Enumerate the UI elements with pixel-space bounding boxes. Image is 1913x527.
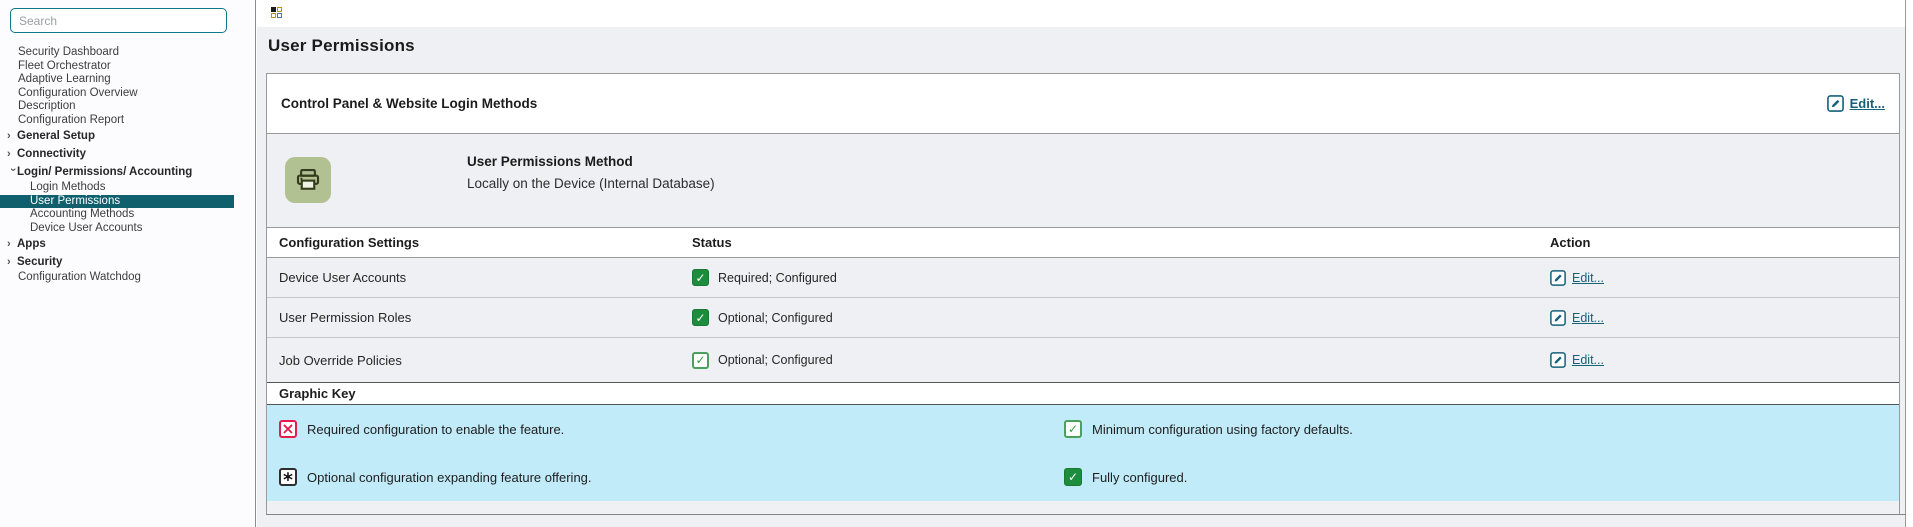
sidebar-item-label: Description [0,100,76,114]
row-edit-button[interactable]: Edit... [1550,352,1604,368]
sidebar-item-device-user-accounts[interactable]: Device User Accounts [0,222,234,236]
sidebar-item-label: Apps [17,235,46,253]
chevron-right-icon: › [7,235,17,253]
table-row: Job Override Policies Optional; Configur… [267,338,1899,382]
sidebar-item-security-dashboard[interactable]: Security Dashboard [0,46,234,60]
edit-pencil-icon [1550,270,1566,286]
sidebar-item-label: User Permissions [0,195,120,209]
sidebar-item-label: Configuration Overview [0,87,138,101]
sidebar-item-label: Adaptive Learning [0,73,111,87]
sidebar-item-label: Security Dashboard [0,46,119,60]
sidebar-item-label: Device User Accounts [0,222,143,236]
sidebar-item-label: Connectivity [17,145,86,163]
sidebar-item-label: Fleet Orchestrator [0,60,111,74]
sidebar-item-general-setup[interactable]: ›General Setup [0,127,234,145]
table-row: Device User Accounts Required; Configure… [267,258,1899,298]
graphic-key-header: Graphic Key [267,382,1899,405]
status-check-icon [692,309,709,326]
sidebar-nav: Security DashboardFleet OrchestratorAdap… [0,46,234,285]
printer-icon [285,157,331,203]
sidebar-item-login-permissions-accounting[interactable]: ›Login/ Permissions/ Accounting [0,163,234,181]
setting-label: Device User Accounts [279,258,406,297]
status-text: Required; Configured [718,271,837,285]
minimum-check-icon [1064,420,1082,438]
sidebar-item-label: Accounting Methods [0,208,134,222]
sidebar-item-label: Configuration Report [0,114,124,128]
key-item: Minimum configuration using factory defa… [1064,405,1899,453]
sidebar-item-label: Login/ Permissions/ Accounting [17,163,192,181]
edit-label: Edit... [1572,311,1604,325]
panel-header: Control Panel & Website Login Methods Ed… [267,74,1899,134]
login-methods-panel: Control Panel & Website Login Methods Ed… [266,73,1900,515]
top-strip [257,0,1905,27]
key-item: Optional configuration expanding feature… [279,453,1064,501]
sidebar-item-configuration-watchdog[interactable]: Configuration Watchdog [0,271,234,285]
status-text: Optional; Configured [718,311,833,325]
optional-asterisk-icon [279,468,297,486]
sidebar-item-adaptive-learning[interactable]: Adaptive Learning [0,73,234,87]
configured-check-icon [1064,468,1082,486]
table-header: Configuration Settings Status Action [267,227,1899,258]
sidebar-item-label: Security [17,253,62,271]
key-label: Required configuration to enable the fea… [307,422,564,437]
row-edit-button[interactable]: Edit... [1550,270,1604,286]
graphic-key: Required configuration to enable the fea… [267,405,1899,501]
status-text: Optional; Configured [718,353,833,367]
edit-pencil-icon [1550,352,1566,368]
column-status: Status [692,228,732,257]
key-item: Required configuration to enable the fea… [279,405,1064,453]
key-label: Minimum configuration using factory defa… [1092,422,1353,437]
sidebar-item-label: General Setup [17,127,95,145]
method-section: User Permissions Method Locally on the D… [267,134,1899,227]
chevron-right-icon: › [7,127,17,145]
sidebar-item-fleet-orchestrator[interactable]: Fleet Orchestrator [0,60,234,74]
sidebar-item-label: Configuration Watchdog [0,271,141,285]
column-configuration-settings: Configuration Settings [279,228,419,257]
sidebar-item-configuration-overview[interactable]: Configuration Overview [0,87,234,101]
key-label: Fully configured. [1092,470,1187,485]
page-title: User Permissions [268,36,415,56]
chevron-down-icon: › [4,168,22,178]
status-check-icon [692,352,709,369]
key-label: Optional configuration expanding feature… [307,470,592,485]
app-grid-icon[interactable] [271,7,283,19]
sidebar-item-user-permissions[interactable]: User Permissions [0,195,234,209]
edit-pencil-icon [1550,310,1566,326]
main-content: User Permissions Control Panel & Website… [257,0,1906,527]
sidebar-item-connectivity[interactable]: ›Connectivity [0,145,234,163]
panel-edit-button[interactable]: Edit... [1827,95,1885,112]
sidebar-item-configuration-report[interactable]: Configuration Report [0,114,234,128]
edit-label: Edit... [1572,353,1604,367]
edit-label: Edit... [1572,271,1604,285]
chevron-right-icon: › [7,145,17,163]
panel-title: Control Panel & Website Login Methods [281,96,537,111]
sidebar-item-apps[interactable]: ›Apps [0,235,234,253]
sidebar-item-security[interactable]: ›Security [0,253,234,271]
sidebar: Security DashboardFleet OrchestratorAdap… [0,0,256,527]
setting-label: Job Override Policies [279,338,402,382]
edit-label: Edit... [1850,96,1885,111]
sidebar-item-login-methods[interactable]: Login Methods [0,181,234,195]
chevron-right-icon: › [7,253,17,271]
sidebar-item-description[interactable]: Description [0,100,234,114]
edit-pencil-icon [1827,95,1844,112]
table-row: User Permission Roles Optional; Configur… [267,298,1899,338]
search-input[interactable] [10,8,227,33]
method-value: Locally on the Device (Internal Database… [467,176,715,191]
sidebar-item-accounting-methods[interactable]: Accounting Methods [0,208,234,222]
key-item: Fully configured. [1064,453,1899,501]
setting-label: User Permission Roles [279,298,411,337]
sidebar-item-label: Login Methods [0,181,105,195]
section-divider [266,514,1906,515]
required-x-icon [279,420,297,438]
column-action: Action [1550,228,1590,257]
method-title: User Permissions Method [467,154,715,169]
status-check-icon [692,269,709,286]
row-edit-button[interactable]: Edit... [1550,310,1604,326]
